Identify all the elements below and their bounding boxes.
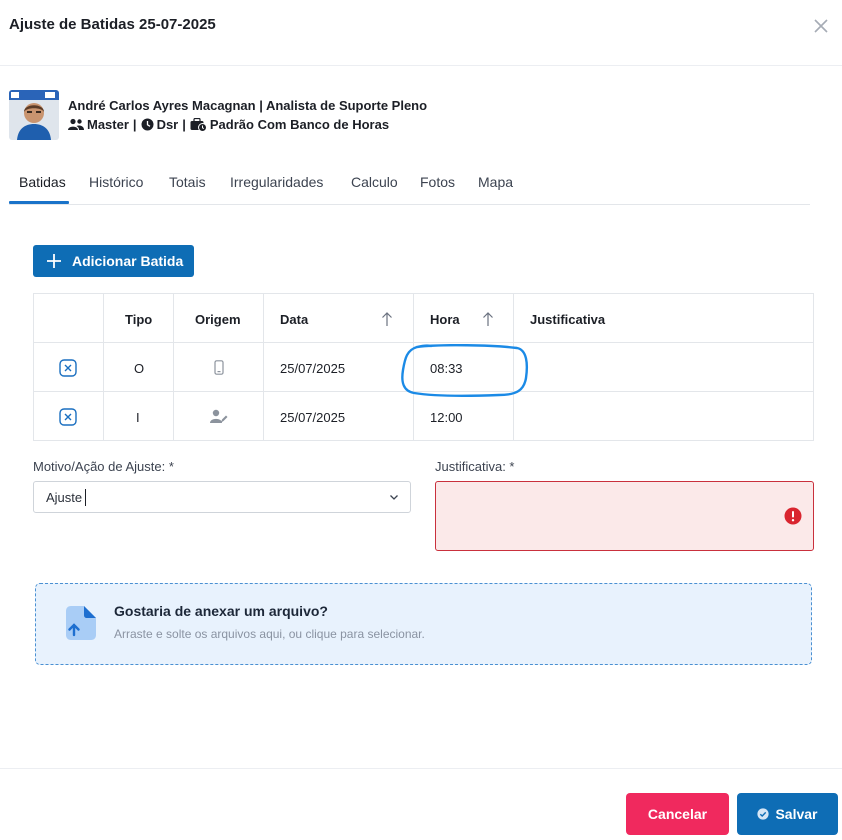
employee-policy: Padrão Com Banco de Horas bbox=[209, 117, 390, 132]
cell-hora[interactable]: 08:33 bbox=[430, 361, 463, 376]
tab-batidas[interactable]: Batidas bbox=[19, 174, 66, 190]
tab-irregularidades[interactable]: Irregularidades bbox=[230, 174, 323, 190]
tab-historico[interactable]: Histórico bbox=[89, 174, 143, 190]
column-header-justificativa: Justificativa bbox=[530, 312, 606, 327]
column-header-data[interactable]: Data bbox=[280, 312, 308, 327]
motivo-select-value: Ajuste bbox=[46, 490, 83, 505]
footer-divider bbox=[0, 768, 842, 769]
error-icon bbox=[784, 507, 802, 525]
text-caret bbox=[85, 489, 86, 506]
employee-group: Master bbox=[87, 117, 129, 132]
batidas-table: Tipo Origem Data Hora Justificativa O 25… bbox=[33, 293, 814, 441]
tab-bar: Batidas Histórico Totais Irregularidades… bbox=[9, 170, 810, 205]
separator: | bbox=[132, 117, 137, 132]
tab-totais[interactable]: Totais bbox=[169, 174, 206, 190]
tab-mapa[interactable]: Mapa bbox=[478, 174, 513, 190]
modal-title: Ajuste de Batidas 25-07-2025 bbox=[9, 16, 216, 33]
clock-icon bbox=[141, 118, 154, 131]
dropzone-title: Gostaria de anexar um arquivo? bbox=[114, 603, 328, 619]
sort-arrow-up-icon[interactable] bbox=[381, 311, 393, 327]
save-label: Salvar bbox=[775, 806, 818, 822]
users-icon bbox=[68, 118, 84, 130]
employee-name-role: André Carlos Ayres Macagnan | Analista d… bbox=[68, 98, 428, 113]
chevron-down-icon bbox=[390, 495, 398, 500]
column-header-tipo: Tipo bbox=[125, 312, 153, 327]
cell-data: 25/07/2025 bbox=[280, 361, 346, 376]
justificativa-label: Justificativa: * bbox=[435, 459, 515, 474]
motivo-label: Motivo/Ação de Ajuste: * bbox=[33, 459, 174, 474]
business-time-icon bbox=[190, 117, 207, 132]
cell-tipo: I bbox=[136, 410, 140, 425]
tab-calculo[interactable]: Calculo bbox=[351, 174, 398, 190]
save-button[interactable]: Salvar bbox=[737, 793, 838, 835]
cell-data: 25/07/2025 bbox=[280, 410, 346, 425]
motivo-select[interactable]: Ajuste bbox=[33, 481, 411, 513]
separator: | bbox=[182, 117, 186, 132]
cell-hora[interactable]: 12:00 bbox=[430, 410, 463, 425]
file-dropzone[interactable]: Gostaria de anexar um arquivo? Arraste e… bbox=[35, 583, 812, 665]
close-icon[interactable] bbox=[812, 17, 830, 35]
user-edit-icon bbox=[210, 409, 228, 423]
tab-fotos[interactable]: Fotos bbox=[420, 174, 455, 190]
column-header-hora[interactable]: Hora bbox=[430, 312, 460, 327]
justificativa-textarea[interactable] bbox=[435, 481, 814, 551]
remove-row-icon[interactable] bbox=[59, 359, 77, 377]
mobile-phone-icon bbox=[214, 360, 224, 375]
sort-arrow-up-icon[interactable] bbox=[482, 311, 494, 327]
column-header-origem: Origem bbox=[195, 312, 241, 327]
cancel-button[interactable]: Cancelar bbox=[626, 793, 729, 835]
modal-header: Ajuste de Batidas 25-07-2025 bbox=[0, 0, 842, 66]
remove-row-icon[interactable] bbox=[59, 408, 77, 426]
active-tab-indicator bbox=[9, 201, 69, 204]
employee-schedule: Dsr bbox=[156, 117, 179, 132]
dropzone-subtitle: Arraste e solte os arquivos aqui, ou cli… bbox=[114, 627, 425, 641]
employee-meta: Master | Dsr | Padrão Com Banco de Horas bbox=[68, 117, 389, 132]
check-circle-icon bbox=[757, 808, 770, 820]
avatar bbox=[9, 90, 59, 140]
file-upload-icon bbox=[66, 606, 96, 640]
plus-icon bbox=[47, 254, 61, 268]
add-batida-label: Adicionar Batida bbox=[72, 253, 184, 269]
add-batida-button[interactable]: Adicionar Batida bbox=[33, 245, 194, 277]
cell-tipo: O bbox=[134, 361, 145, 376]
